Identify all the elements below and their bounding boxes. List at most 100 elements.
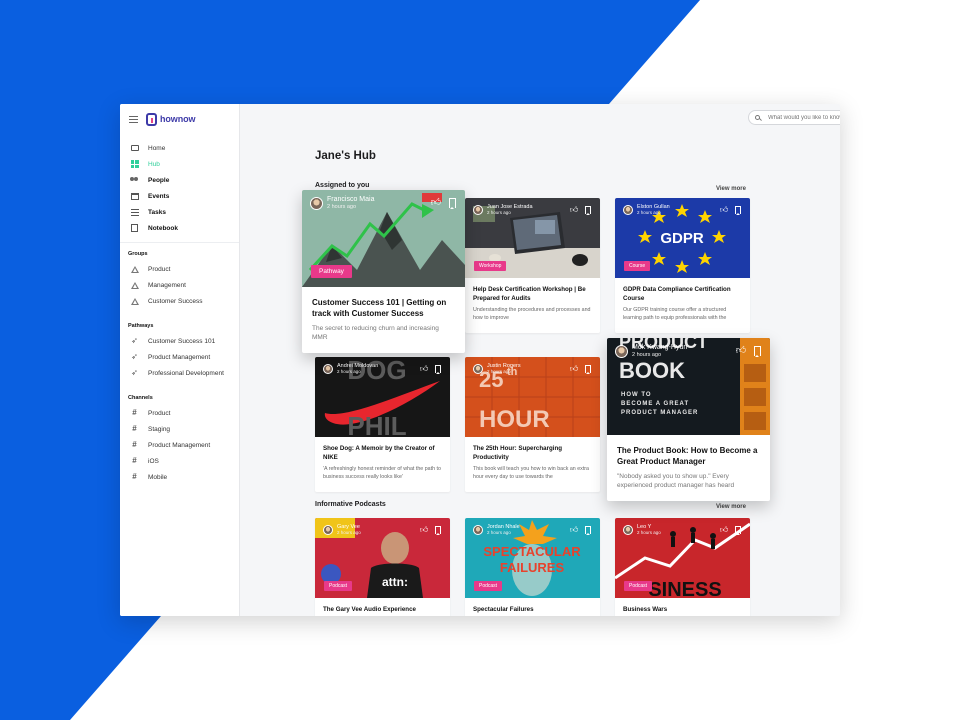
like-icon[interactable]: 👍︎: [570, 365, 578, 373]
sidebar-channel-staging[interactable]: # Staging: [120, 421, 239, 437]
card-title: The Product Book: How to Become a Great …: [617, 446, 758, 466]
card-description: "Nobody asked you to show up." Every exp…: [617, 473, 735, 489]
bookmark-icon[interactable]: [434, 526, 442, 535]
content-type-badge: Podcast: [324, 581, 353, 591]
podcasts-view-more-link[interactable]: View more: [716, 504, 746, 510]
bookmark-icon[interactable]: [584, 365, 592, 374]
bookmark-icon[interactable]: [584, 206, 592, 215]
like-icon[interactable]: 👍︎: [736, 346, 746, 356]
search-bar[interactable]: [748, 110, 840, 125]
card-author: Jordan Nhale 2 hours ago: [473, 524, 520, 535]
like-icon[interactable]: 👍︎: [431, 198, 441, 208]
sidebar-pathway-professional-development[interactable]: ➶ Professional Development: [120, 365, 239, 381]
sidebar-group-product[interactable]: Product: [120, 261, 239, 277]
bookmark-icon[interactable]: [584, 526, 592, 535]
like-icon[interactable]: 👍︎: [420, 365, 428, 373]
bookmark-icon[interactable]: [434, 365, 442, 374]
post-time: 2 hours ago: [632, 352, 662, 358]
card-author: Justin Rogers 2 hours ago: [473, 363, 521, 374]
card-body: Customer Success 101 | Getting on track …: [302, 287, 465, 342]
card-thumbnail: 25 th HOUR Justin Rogers 2 hours ago 👍︎: [465, 357, 600, 437]
menu-icon[interactable]: [129, 115, 138, 123]
content-card[interactable]: 25 th HOUR Justin Rogers 2 hours ago 👍︎: [465, 357, 600, 492]
product-book-thumb-3: HOW TO: [621, 392, 652, 398]
content-card[interactable]: Juan Jose Estrada 2 hours ago 👍︎ Worksho…: [465, 198, 600, 333]
hash-icon: #: [132, 408, 137, 417]
sidebar-channel-product[interactable]: # Product: [120, 405, 239, 421]
sidebar-pathway-product-management[interactable]: ➶ Product Management: [120, 349, 239, 365]
post-time: 2 hours ago: [337, 369, 361, 374]
content-type-badge: Course: [624, 261, 651, 271]
sidebar-item-hub[interactable]: Hub: [120, 156, 239, 172]
card-title: Shoe Dog: A Memoir by the Creator of NIK…: [323, 445, 435, 461]
product-book-thumb-4: BECOME A GREAT: [621, 401, 689, 407]
like-icon[interactable]: 👍︎: [420, 526, 428, 534]
search-input[interactable]: [768, 114, 840, 121]
app-window: hownow Home Hub People Events Tasks Note…: [120, 104, 840, 616]
sidebar-item-label: Hub: [148, 160, 160, 168]
author-avatar: [615, 344, 628, 358]
card-description: Understanding the procedures and process…: [473, 307, 591, 321]
author-name: Mok Kwang-Hyun: [632, 344, 688, 351]
like-icon[interactable]: 👍︎: [570, 526, 578, 534]
sidebar-item-events[interactable]: Events: [120, 188, 239, 204]
sidebar-item-label: Staging: [148, 425, 171, 433]
podcast-card[interactable]: SINESS Leo Y 2 hours ago 👍︎ Podcast Busi…: [615, 518, 750, 616]
sidebar-channel-mobile[interactable]: # Mobile: [120, 469, 239, 485]
sidebar-item-label: Professional Development: [148, 369, 224, 377]
like-icon[interactable]: 👍︎: [570, 206, 578, 214]
card-body: The 25th Hour: Supercharging Productivit…: [465, 437, 600, 481]
sidebar-item-label: Home: [148, 144, 166, 152]
bookmark-icon[interactable]: [447, 198, 457, 209]
content-card[interactable]: GDPR Elston Gullan 2 hours ago 👍︎ Course…: [615, 198, 750, 333]
author-avatar: [323, 524, 333, 535]
channels-title: Channels: [128, 395, 153, 401]
people-icon: [130, 176, 139, 184]
like-icon[interactable]: 👍︎: [720, 526, 728, 534]
card-actions: 👍︎: [420, 526, 442, 535]
card-actions: 👍︎: [570, 526, 592, 535]
podcasts-section-title: Informative Podcasts: [315, 501, 386, 508]
assigned-view-more-link[interactable]: View more: [716, 186, 746, 192]
sidebar-channel-ios[interactable]: # iOS: [120, 453, 239, 469]
card-actions: 👍︎: [720, 206, 742, 215]
sidebar-item-people[interactable]: People: [120, 172, 239, 188]
logo[interactable]: hownow: [146, 112, 196, 126]
card-title: The Gary Vee Audio Experience: [323, 606, 416, 613]
card-body: The Product Book: How to Become a Great …: [607, 435, 770, 490]
content-card[interactable]: DOG PHIL Andrei Moldovan 2 hours ago 👍︎: [315, 357, 450, 492]
bookmark-icon[interactable]: [752, 346, 762, 357]
rocket-icon: ➶: [131, 336, 138, 345]
tasks-icon: [130, 208, 139, 216]
card-author: Mok Kwang-Hyun 2 hours ago: [615, 344, 687, 358]
sidebar-item-notebook[interactable]: Notebook: [120, 220, 239, 236]
card-thumbnail: Francisco Maia 2 hours ago 👍︎ Pathway: [302, 190, 465, 287]
podcast-card[interactable]: SPECTACULAR FAILURES Jordan Nhale 2 hour…: [465, 518, 600, 616]
sidebar-group-management[interactable]: Management: [120, 277, 239, 293]
bookmark-icon[interactable]: [734, 206, 742, 215]
sidebar-channel-product-management[interactable]: # Product Management: [120, 437, 239, 453]
notebook-icon: [130, 224, 139, 232]
sidebar-item-label: Mobile: [148, 473, 168, 481]
content-card-hovered[interactable]: Francisco Maia 2 hours ago 👍︎ Pathway Cu…: [302, 190, 465, 353]
sidebar-item-label: Customer Success 101: [148, 337, 216, 345]
sidebar-item-tasks[interactable]: Tasks: [120, 204, 239, 220]
sidebar-item-home[interactable]: Home: [120, 140, 239, 156]
like-icon[interactable]: 👍︎: [720, 206, 728, 214]
sidebar-item-label: Product Management: [148, 353, 211, 361]
sidebar-group-customer-success[interactable]: Customer Success: [120, 293, 239, 309]
sidebar-pathway-customer-success-101[interactable]: ➶ Customer Success 101: [120, 333, 239, 349]
card-body: Business Wars: [615, 598, 750, 615]
card-description: Our GDPR training course offer a structu…: [623, 307, 727, 321]
group-icon: [130, 265, 139, 273]
podcast-card[interactable]: attn: Gary Vee 2 hours ago 👍︎ Podcast Th…: [315, 518, 450, 616]
hash-icon: #: [132, 440, 137, 449]
post-time: 2 hours ago: [637, 530, 661, 535]
content-card-hovered[interactable]: PRODUCT BOOK HOW TO BECOME A GREAT PRODU…: [607, 338, 770, 501]
search-icon: [755, 115, 760, 120]
hash-icon: #: [132, 424, 137, 433]
bookmark-icon[interactable]: [734, 526, 742, 535]
sidebar-header: hownow: [120, 104, 239, 134]
author-avatar: [473, 204, 483, 215]
sidebar-item-label: Events: [148, 192, 170, 200]
